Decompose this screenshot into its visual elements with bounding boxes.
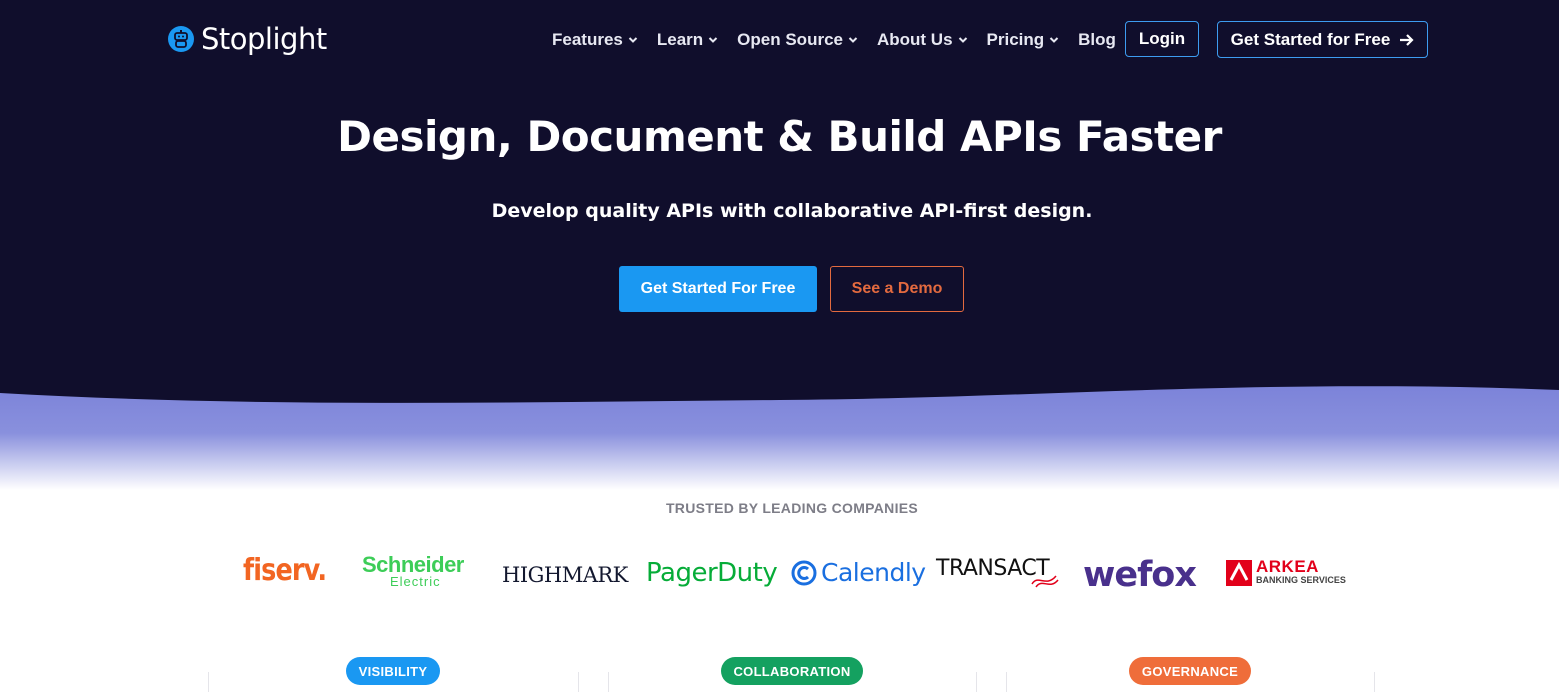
card-divider — [976, 672, 977, 692]
nav-item-open-source[interactable]: Open Source — [737, 30, 858, 50]
card-divider — [208, 672, 209, 692]
calendly-mark-icon — [791, 560, 817, 585]
trusted-heading: TRUSTED BY LEADING COMPANIES — [665, 500, 919, 516]
governance-pill: GOVERNANCE — [1129, 657, 1251, 685]
login-button[interactable]: Login — [1125, 21, 1199, 57]
visibility-pill: VISIBILITY — [346, 657, 440, 685]
nav-item-label: Learn — [656, 30, 704, 49]
pagerduty-logo: PagerDuty — [646, 558, 778, 588]
arkea-logo: ARKEA BANKING SERVICES — [1226, 557, 1346, 586]
main-nav: Features Learn Open Source About Us Pric… — [552, 30, 1135, 50]
arkea-mark-icon — [1226, 559, 1252, 586]
nav-item-label: Blog — [1078, 30, 1116, 49]
get-started-button[interactable]: Get Started For Free — [619, 266, 817, 312]
highmark-logo: HIGHMARK — [502, 563, 628, 587]
card-divider — [1374, 672, 1375, 692]
schneider-electric-logo: Schneider Electric — [362, 552, 474, 589]
chevron-down-icon — [708, 37, 718, 43]
transact-swoosh-icon — [1031, 575, 1059, 588]
schneider-logo-line1: Schneider — [362, 552, 464, 577]
nav-item-learn[interactable]: Learn — [657, 30, 718, 50]
chevron-down-icon — [1049, 37, 1059, 43]
schneider-logo-line2: Electric — [390, 574, 441, 589]
arkea-logo-name: ARKEA — [1256, 557, 1319, 576]
see-demo-button[interactable]: See a Demo — [830, 266, 964, 312]
card-divider — [608, 672, 609, 692]
nav-item-blog[interactable]: Blog — [1078, 30, 1116, 50]
wefox-logo: wefox — [1083, 555, 1197, 595]
fiserv-logo: fiserv. — [243, 553, 327, 588]
transact-logo: TRANSACT — [936, 556, 1059, 588]
chevron-down-icon — [958, 37, 967, 43]
page-title: Design, Document & Build APIs Faster — [337, 112, 1222, 161]
nav-item-features[interactable]: Features — [552, 30, 638, 50]
nav-item-about-us[interactable]: About Us — [877, 30, 968, 50]
card-divider — [1006, 672, 1007, 692]
calendly-logo-text: Calendly — [821, 558, 926, 587]
nav-item-label: Open Source — [737, 30, 843, 49]
arrow-right-icon — [1400, 33, 1414, 46]
nav-item-label: Features — [552, 30, 623, 49]
chevron-down-icon — [848, 37, 858, 43]
brand-name: Stoplight — [201, 22, 327, 56]
collaboration-pill: COLLABORATION — [721, 657, 863, 685]
nav-item-label: About Us — [876, 30, 953, 49]
hero-wave — [0, 386, 1559, 490]
chevron-down-icon — [628, 37, 638, 43]
nav-item-pricing[interactable]: Pricing — [987, 30, 1060, 50]
get-started-nav-button[interactable]: Get Started for Free — [1217, 21, 1428, 58]
calendly-logo: Calendly — [791, 558, 926, 587]
card-divider — [578, 672, 579, 692]
hero-subtitle: Develop quality APIs with collaborative … — [491, 200, 1093, 222]
get-started-nav-label: Get Started for Free — [1230, 29, 1391, 49]
nav-item-label: Pricing — [986, 30, 1045, 49]
brand-logo[interactable]: Stoplight — [168, 22, 327, 56]
robot-icon — [168, 26, 194, 52]
hero-section — [0, 0, 1559, 490]
arkea-logo-tagline: BANKING SERVICES — [1256, 575, 1346, 585]
